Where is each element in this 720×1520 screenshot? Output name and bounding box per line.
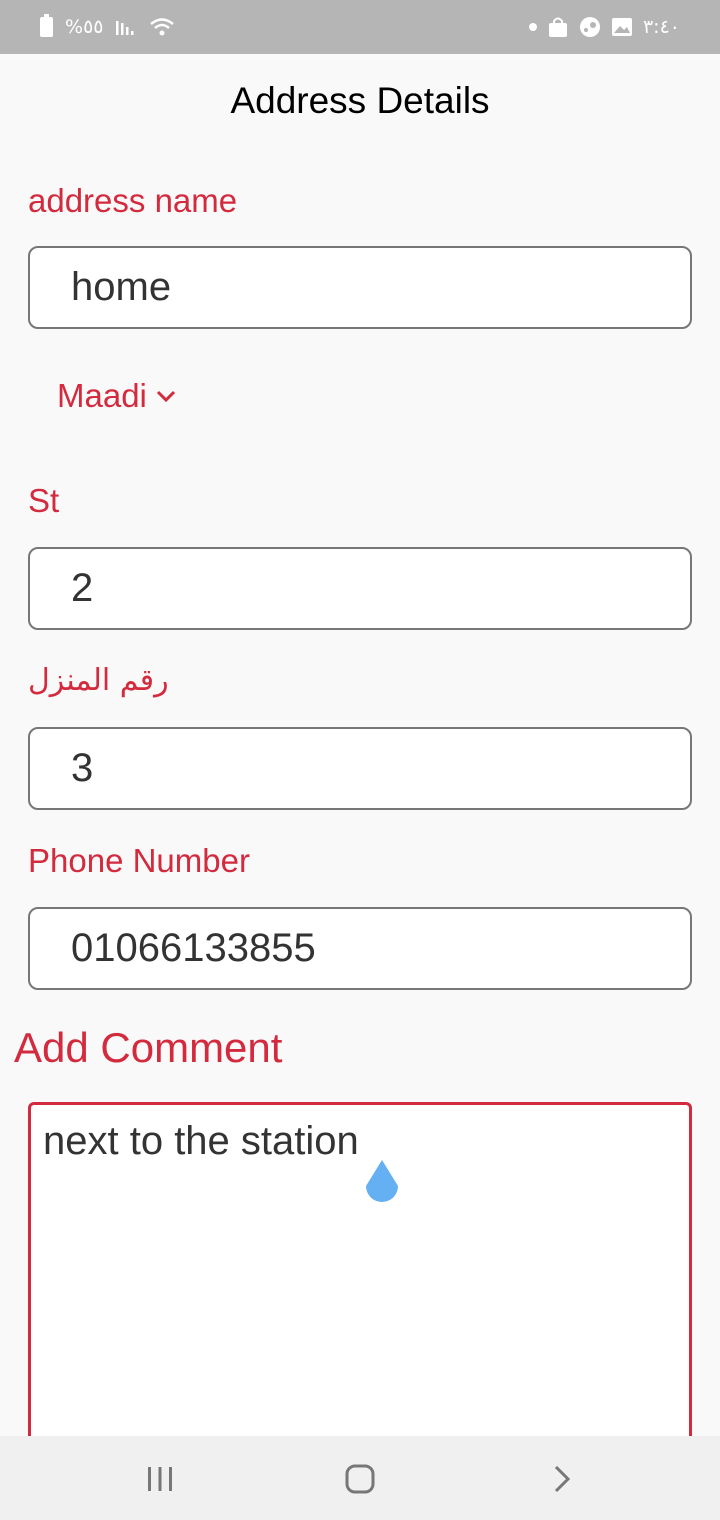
address-name-input[interactable] (71, 265, 671, 310)
phone-label: Phone Number (28, 842, 250, 879)
address-name-field[interactable] (28, 246, 692, 329)
house-number-label: رقم المنزل (28, 663, 169, 698)
home-button[interactable] (335, 1456, 385, 1502)
battery-charging-icon (40, 14, 53, 37)
recent-apps-button[interactable] (135, 1456, 185, 1502)
battery-percentage: %٥٥ (65, 16, 104, 38)
image-icon (611, 18, 632, 36)
dot-icon (528, 23, 537, 31)
phone-field[interactable] (28, 907, 692, 990)
text-cursor-handle-icon[interactable] (362, 1158, 402, 1208)
area-dropdown[interactable]: Maadi (57, 372, 177, 420)
status-left: %٥٥ (40, 14, 175, 40)
recent-apps-icon (148, 1467, 172, 1491)
street-input[interactable] (71, 566, 671, 611)
house-number-input[interactable] (71, 746, 671, 791)
shopping-bag-icon (548, 17, 567, 37)
home-icon (345, 1464, 375, 1494)
wifi-icon (150, 18, 175, 36)
area-dropdown-value: Maadi (57, 377, 147, 414)
chevron-down-icon (156, 390, 175, 403)
comment-textarea[interactable]: next to the station (43, 1119, 673, 1419)
status-right: ٣:٤٠ (528, 14, 680, 40)
steam-icon (579, 17, 600, 37)
system-nav-bar (0, 1436, 720, 1520)
address-name-label: address name (28, 182, 238, 219)
street-label: St (28, 482, 60, 519)
street-field[interactable] (28, 547, 692, 630)
phone-input[interactable] (71, 926, 671, 971)
back-icon (554, 1465, 571, 1493)
house-number-field[interactable] (28, 727, 692, 810)
comment-label: Add Comment (14, 1024, 283, 1071)
status-time: ٣:٤٠ (642, 16, 680, 38)
signal-icon (116, 21, 134, 35)
page-title: Address Details (230, 80, 490, 121)
comment-box[interactable]: next to the station (28, 1102, 692, 1482)
back-button[interactable] (537, 1456, 587, 1502)
status-bar: %٥٥ ٣:٤٠ (0, 0, 720, 54)
